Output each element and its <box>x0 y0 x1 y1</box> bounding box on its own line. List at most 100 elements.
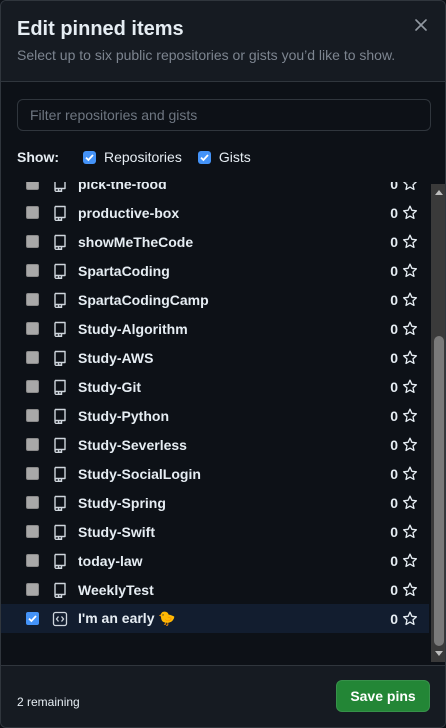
pinnable-items-list[interactable]: pick-the-food 0 productive-box 0 showMeTheCo… <box>1 182 445 665</box>
repo-icon <box>52 292 68 308</box>
checkbox-icon[interactable] <box>26 264 39 277</box>
checkbox-icon[interactable] <box>26 467 39 480</box>
repo-icon <box>52 466 68 482</box>
checkbox-icon[interactable] <box>26 409 39 422</box>
repo-icon <box>52 437 68 453</box>
star-count: 0 <box>390 378 398 395</box>
close-icon <box>415 19 427 31</box>
list-item[interactable]: Study-Algorithm 0 <box>1 314 429 343</box>
list-item[interactable]: SpartaCodingCamp 0 <box>1 285 429 314</box>
star-count: 0 <box>390 262 398 279</box>
checkbox-icon[interactable] <box>26 322 39 335</box>
checkbox-icon[interactable] <box>26 583 39 596</box>
list-item[interactable]: pick-the-food 0 <box>1 182 429 198</box>
repo-icon <box>52 321 68 337</box>
checkbox-icon[interactable] <box>26 293 39 306</box>
star-icon[interactable] <box>402 553 418 569</box>
checkbox-icon[interactable] <box>26 525 39 538</box>
close-button[interactable] <box>411 15 431 35</box>
edit-pinned-dialog: Edit pinned items Select up to six publi… <box>0 0 446 728</box>
list-item[interactable]: Study-Git 0 <box>1 372 429 401</box>
scrollbar-thumb[interactable] <box>434 336 444 646</box>
star-icon[interactable] <box>402 234 418 250</box>
item-name: Study-Severless <box>78 436 187 453</box>
filter-input[interactable] <box>17 99 431 131</box>
star-icon[interactable] <box>402 466 418 482</box>
item-name: SpartaCodingCamp <box>78 291 209 308</box>
star-count: 0 <box>390 610 398 627</box>
checkbox-icon[interactable] <box>26 380 39 393</box>
checkbox-icon[interactable] <box>26 554 39 567</box>
item-name: Study-SocialLogin <box>78 465 201 482</box>
star-icon[interactable] <box>402 350 418 366</box>
dialog-subtitle: Select up to six public repositories or … <box>17 47 396 63</box>
star-icon[interactable] <box>402 292 418 308</box>
item-name: Study-Spring <box>78 494 166 511</box>
repo-icon <box>52 379 68 395</box>
gists-checkbox[interactable]: Gists <box>197 149 251 165</box>
checkbox-icon[interactable] <box>26 235 39 248</box>
star-icon[interactable] <box>402 611 418 627</box>
show-filter-row: Show: Repositories Gists <box>17 146 267 168</box>
list-item[interactable]: showMeTheCode 0 <box>1 227 429 256</box>
checkbox-icon[interactable] <box>26 182 39 190</box>
save-pins-button[interactable]: Save pins <box>336 680 430 712</box>
checkbox-checked-icon <box>83 150 96 164</box>
repo-icon <box>52 205 68 221</box>
gists-label: Gists <box>218 149 251 165</box>
item-name: showMeTheCode <box>78 233 194 250</box>
repo-icon <box>52 234 68 250</box>
item-name: I'm an early 🐤 <box>78 610 176 626</box>
star-icon[interactable] <box>402 205 418 221</box>
show-label: Show: <box>17 149 59 165</box>
repo-icon <box>52 350 68 366</box>
dialog-title: Edit pinned items <box>17 18 184 40</box>
star-icon[interactable] <box>402 437 418 453</box>
list-item[interactable]: Study-Spring 0 <box>1 488 429 517</box>
list-item[interactable]: productive-box 0 <box>1 198 429 227</box>
star-count: 0 <box>390 291 398 308</box>
list-item[interactable]: Study-Python 0 <box>1 401 429 430</box>
star-count: 0 <box>390 233 398 250</box>
repo-icon <box>52 182 68 192</box>
star-icon[interactable] <box>402 495 418 511</box>
list-scrollbar[interactable] <box>431 184 445 662</box>
star-count: 0 <box>390 349 398 366</box>
item-name: Study-AWS <box>78 349 154 366</box>
list-item[interactable]: I'm an early 🐤 0 <box>1 604 429 633</box>
list-item[interactable]: Study-Severless 0 <box>1 430 429 459</box>
dialog-footer: 2 remaining Save pins <box>1 665 445 727</box>
star-icon[interactable] <box>402 263 418 279</box>
repositories-label: Repositories <box>104 149 182 165</box>
remaining-count: 2 remaining <box>17 695 80 709</box>
list-item[interactable]: WeeklyTest 0 <box>1 575 429 604</box>
list-item[interactable]: Study-AWS 0 <box>1 343 429 372</box>
item-name: SpartaCoding <box>78 262 170 279</box>
checkbox-icon[interactable] <box>26 438 39 451</box>
item-name: pick-the-food <box>78 182 167 192</box>
list-item[interactable]: today-law 0 <box>1 546 429 575</box>
star-icon[interactable] <box>402 379 418 395</box>
list-item[interactable]: Study-SocialLogin 0 <box>1 459 429 488</box>
star-count: 0 <box>390 182 398 192</box>
checkbox-icon[interactable] <box>26 496 39 509</box>
item-name: Study-Algorithm <box>78 320 188 337</box>
star-count: 0 <box>390 320 398 337</box>
scroll-down-arrow-icon[interactable] <box>431 646 445 662</box>
star-count: 0 <box>390 523 398 540</box>
star-icon[interactable] <box>402 321 418 337</box>
dialog-body: Show: Repositories Gists pick-the-food0p… <box>1 82 445 665</box>
star-icon[interactable] <box>402 182 418 192</box>
star-icon[interactable] <box>402 408 418 424</box>
item-name: Study-Git <box>78 378 141 395</box>
star-icon[interactable] <box>402 582 418 598</box>
list-item[interactable]: Study-Swift 0 <box>1 517 429 546</box>
scroll-up-arrow-icon[interactable] <box>431 184 445 200</box>
item-name: WeeklyTest <box>78 581 154 598</box>
checkbox-icon[interactable] <box>26 206 39 219</box>
checkbox-icon[interactable] <box>26 351 39 364</box>
star-icon[interactable] <box>402 524 418 540</box>
repositories-checkbox[interactable]: Repositories <box>83 149 182 165</box>
list-item[interactable]: SpartaCoding 0 <box>1 256 429 285</box>
checkbox-checked-icon[interactable] <box>26 612 39 625</box>
